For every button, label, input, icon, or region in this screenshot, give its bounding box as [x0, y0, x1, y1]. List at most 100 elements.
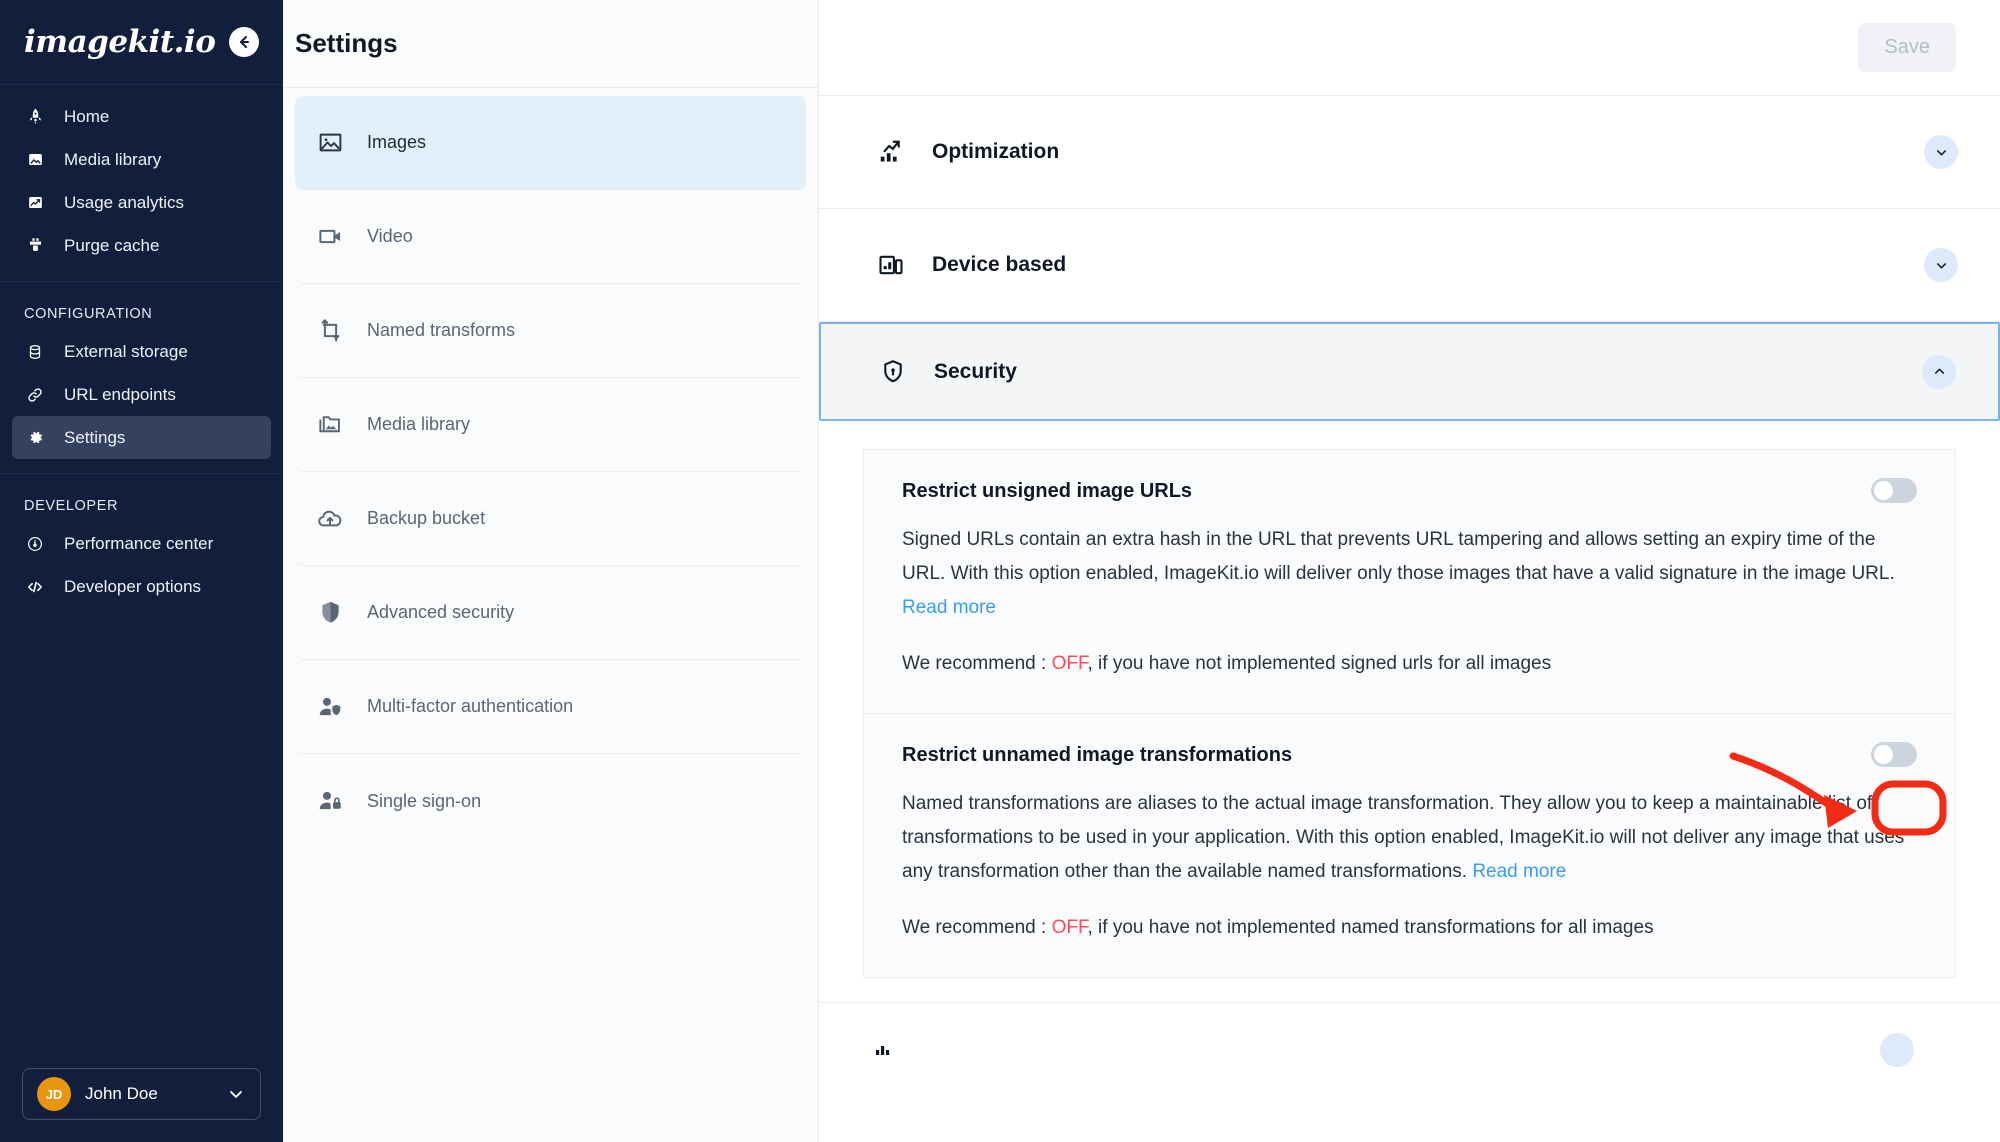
option-description: Signed URLs contain an extra hash in the… [902, 523, 1917, 625]
user-shield-icon [315, 692, 345, 722]
arrow-left-circle-icon[interactable] [229, 27, 259, 57]
crop-icon [315, 316, 345, 346]
sidebar: imagekit.io Home Media library Usage ana… [0, 0, 283, 1142]
accordion-device-based[interactable]: Device based [819, 209, 2000, 322]
sidebar-item-performance-center[interactable]: Performance center [12, 522, 271, 565]
recommend-prefix: We recommend : [902, 653, 1052, 674]
sidebar-item-media-library[interactable]: Media library [12, 138, 271, 181]
sidebar-item-external-storage[interactable]: External storage [12, 330, 271, 373]
sidebar-header: imagekit.io [0, 0, 283, 85]
gear-icon [24, 427, 46, 449]
option-header: Restrict unnamed image transformations [902, 742, 1917, 767]
settings-item-label: Video [367, 226, 413, 246]
chart-arrow-up-icon [874, 135, 908, 169]
settings-menu: Images Video Named transforms Media libr… [283, 88, 818, 1142]
toggle-knob [1874, 745, 1893, 764]
purge-cache-icon [24, 235, 46, 257]
option-title: Restrict unnamed image transformations [902, 744, 1293, 766]
sidebar-item-settings[interactable]: Settings [12, 416, 271, 459]
read-more-link[interactable]: Read more [1472, 861, 1566, 882]
read-more-link[interactable]: Read more [902, 597, 996, 618]
recommend-suffix: , if you have not implemented named tran… [1087, 917, 1654, 938]
sidebar-item-url-endpoints[interactable]: URL endpoints [12, 373, 271, 416]
sidebar-item-label: Settings [64, 427, 126, 447]
speedometer-icon [24, 533, 46, 555]
restrict-unnamed-image-transformations-toggle[interactable] [1871, 742, 1917, 767]
image-icon [315, 128, 345, 158]
sidebar-item-home[interactable]: Home [12, 95, 271, 138]
sidebar-item-developer-options[interactable]: Developer options [12, 565, 271, 608]
link-icon [24, 384, 46, 406]
settings-item-named-transforms[interactable]: Named transforms [295, 284, 806, 378]
sidebar-section-configuration: CONFIGURATION [24, 306, 153, 322]
video-camera-icon [315, 222, 345, 252]
settings-header: Settings [283, 0, 818, 88]
main-content: Save Optimization Device based Security … [819, 0, 2000, 1142]
chevron-down-icon[interactable] [1924, 248, 1958, 282]
settings-item-media-library[interactable]: Media library [295, 378, 806, 472]
sidebar-item-label: External storage [64, 341, 188, 361]
settings-list-panel: Settings Images Video Named transforms M… [283, 0, 819, 1142]
sidebar-item-label: Usage analytics [64, 192, 185, 212]
page-title: Settings [295, 28, 398, 58]
settings-item-label: Multi-factor authentication [367, 696, 574, 716]
save-button[interactable]: Save [1858, 23, 1956, 72]
chevron-icon[interactable] [1880, 1033, 1914, 1067]
sidebar-item-label: Performance center [64, 533, 214, 553]
sidebar-section-developer: DEVELOPER [24, 498, 119, 514]
recommend-prefix: We recommend : [902, 917, 1052, 938]
database-icon [24, 341, 46, 363]
option-header: Restrict unsigned image URLs [902, 478, 1917, 503]
sidebar-developer-group: DEVELOPER Performance center Developer o… [0, 474, 283, 614]
chevron-down-icon[interactable] [226, 1084, 246, 1104]
accordion-security[interactable]: Security [819, 322, 2000, 421]
option-description-text: Named transformations are aliases to the… [902, 793, 1905, 882]
settings-item-label: Media library [367, 414, 471, 434]
avatar: JD [37, 1077, 71, 1111]
user-name: John Doe [85, 1084, 158, 1103]
app-root: imagekit.io Home Media library Usage ana… [0, 0, 2000, 1142]
sidebar-item-label: Home [64, 106, 110, 126]
settings-item-label: Backup bucket [367, 508, 486, 528]
settings-item-label: Single sign-on [367, 790, 482, 811]
option-recommendation: We recommend : OFF, if you have not impl… [902, 913, 1917, 943]
option-title: Restrict unsigned image URLs [902, 480, 1193, 502]
code-icon [24, 576, 46, 598]
chevron-down-icon[interactable] [1924, 135, 1958, 169]
accordion-label: Security [934, 359, 1017, 383]
accordion-label: Optimization [932, 140, 1060, 163]
recommend-value: OFF [1051, 917, 1088, 938]
settings-item-multi-factor-authentication[interactable]: Multi-factor authentication [295, 660, 806, 754]
brand-logo: imagekit.io [24, 24, 216, 60]
settings-item-video[interactable]: Video [295, 190, 806, 284]
partial-icon [874, 1041, 902, 1060]
analytics-icon [24, 192, 46, 214]
settings-item-advanced-security[interactable]: Advanced security [295, 566, 806, 660]
device-icon [874, 248, 908, 282]
accordion-optimization[interactable]: Optimization [819, 96, 2000, 209]
shield-lock-icon [876, 355, 910, 389]
restrict-unsigned-image-urls-toggle[interactable] [1871, 478, 1917, 503]
sidebar-configuration-group: CONFIGURATION External storage URL endpo… [0, 282, 283, 474]
sidebar-item-label: Media library [64, 149, 162, 169]
option-restrict-unsigned-image-urls: Restrict unsigned image URLs Signed URLs… [863, 449, 1956, 714]
recommend-suffix: , if you have not implemented signed url… [1087, 653, 1552, 674]
folder-image-icon [315, 410, 345, 440]
sidebar-item-usage-analytics[interactable]: Usage analytics [12, 181, 271, 224]
sidebar-item-label: URL endpoints [64, 384, 176, 404]
settings-item-single-sign-on[interactable]: Single sign-on [295, 754, 806, 848]
user-menu[interactable]: JD John Doe [22, 1068, 261, 1120]
security-panel-body: Restrict unsigned image URLs Signed URLs… [819, 421, 2000, 1142]
recommend-value: OFF [1051, 653, 1088, 674]
toggle-knob [1874, 481, 1893, 500]
settings-item-label: Images [367, 132, 427, 152]
sidebar-item-purge-cache[interactable]: Purge cache [12, 224, 271, 267]
chevron-up-icon[interactable] [1922, 354, 1956, 389]
settings-item-backup-bucket[interactable]: Backup bucket [295, 472, 806, 566]
settings-item-images[interactable]: Images [295, 96, 806, 190]
sidebar-item-label: Developer options [64, 576, 202, 596]
option-description: Named transformations are aliases to the… [902, 787, 1917, 889]
accordion-next-partial[interactable] [863, 1003, 1956, 1067]
settings-item-label: Advanced security [367, 602, 515, 622]
